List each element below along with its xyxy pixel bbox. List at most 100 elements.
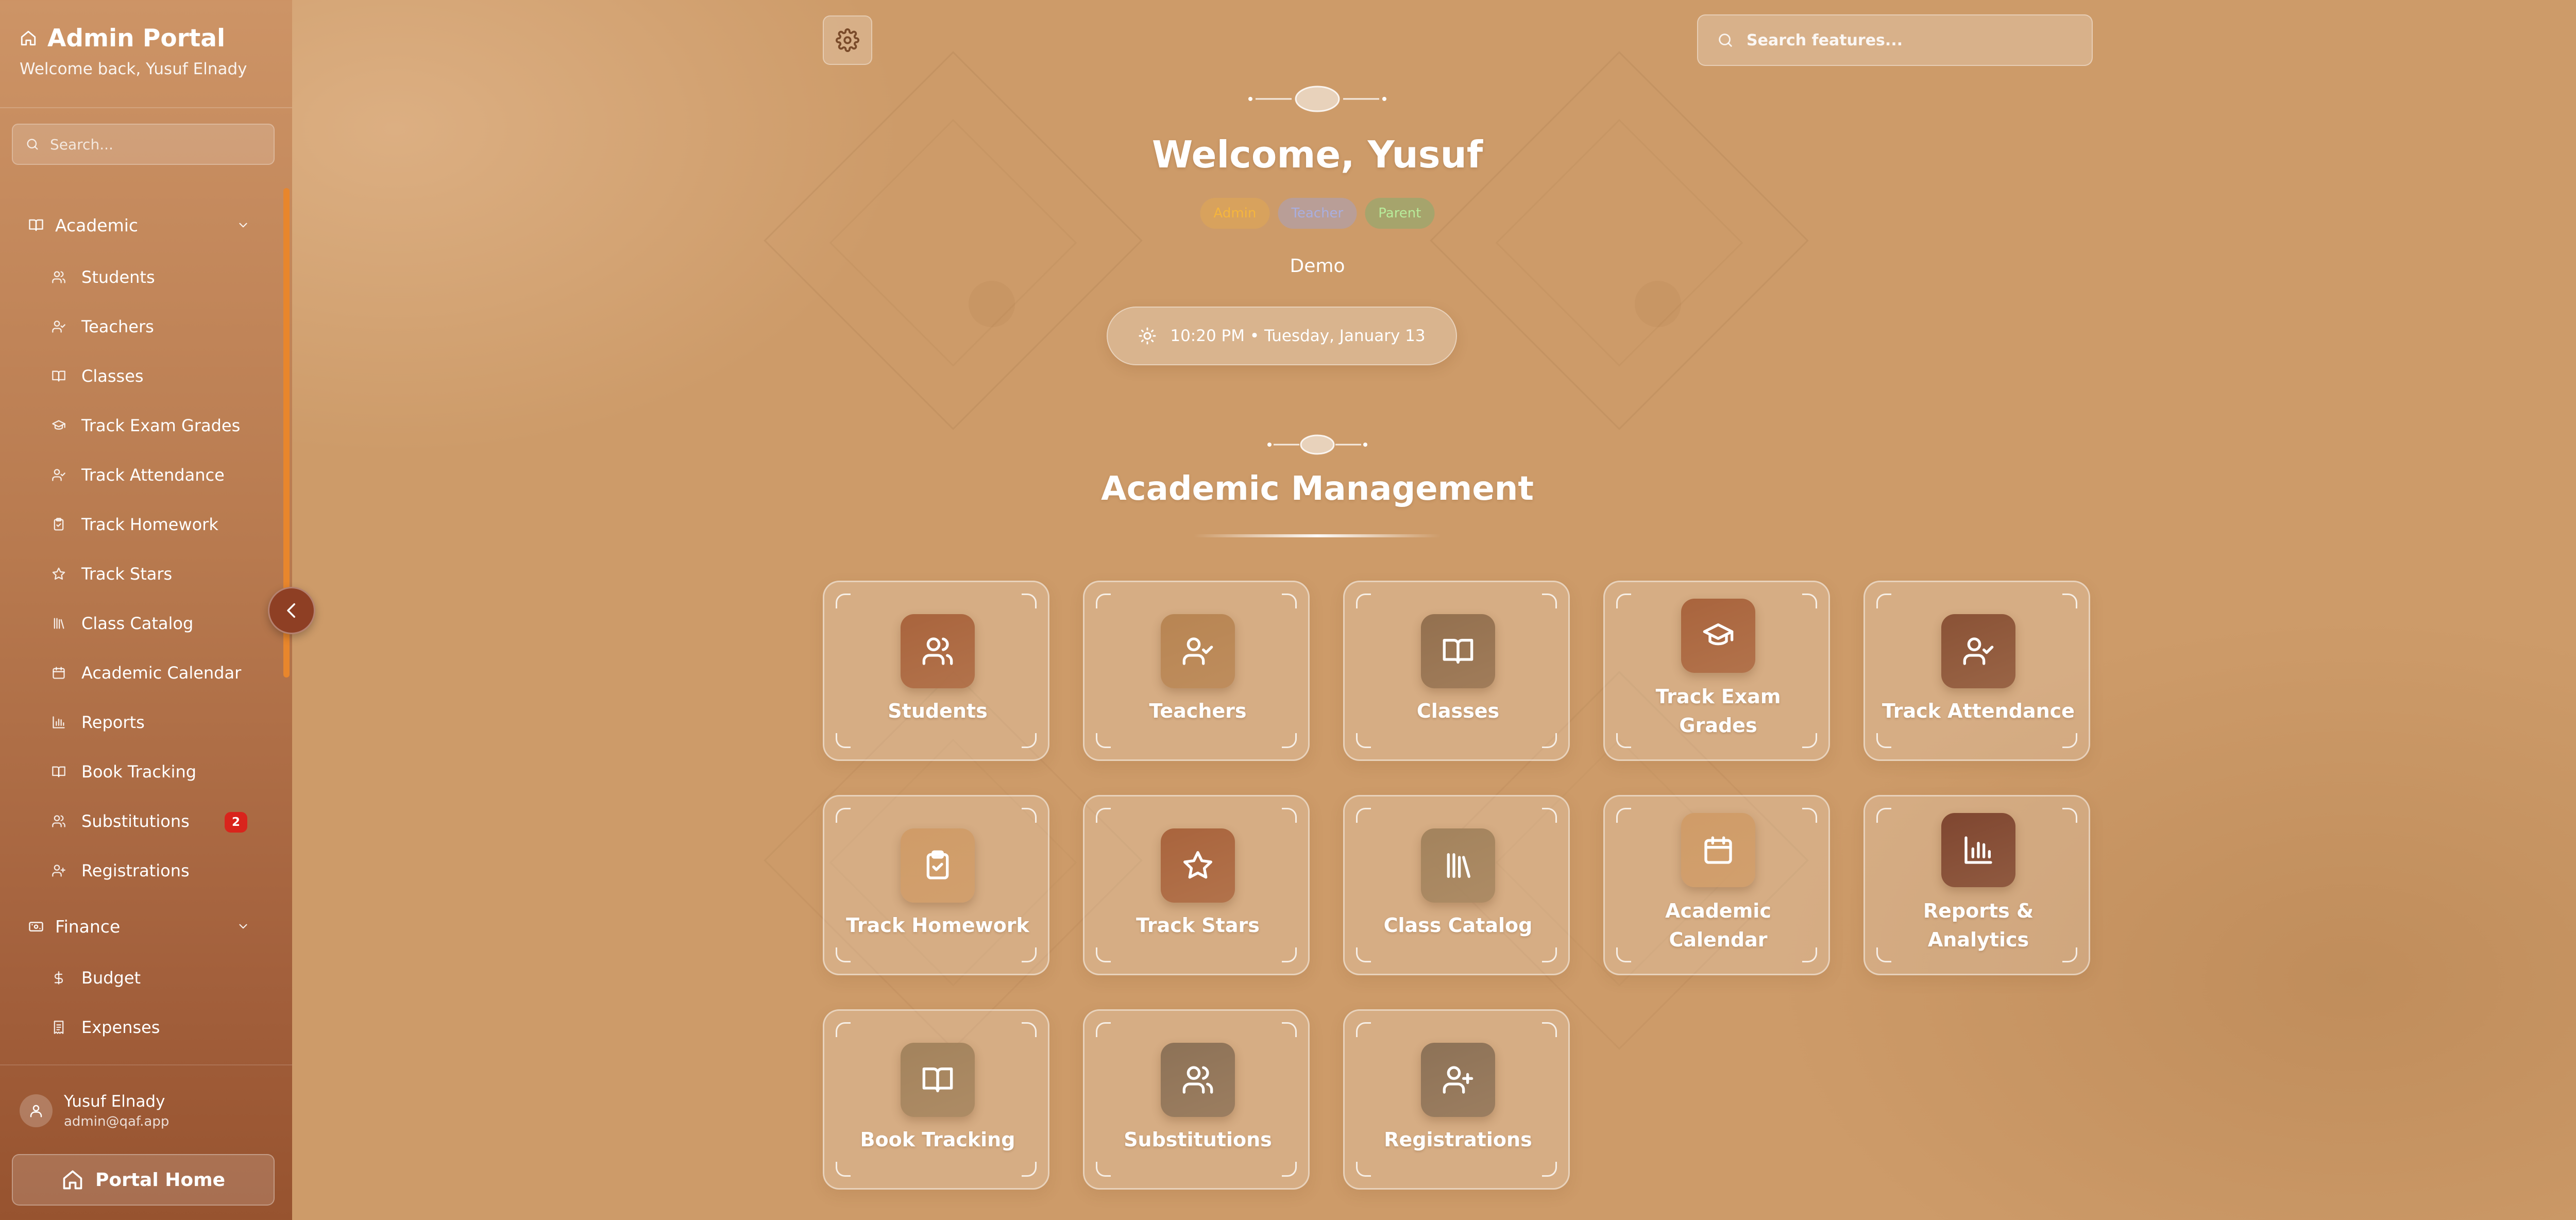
library-icon xyxy=(52,616,66,631)
sidebar-item-classes[interactable]: Classes xyxy=(52,361,258,392)
users-icon xyxy=(1181,1063,1214,1096)
sidebar-item-label: Academic Calendar xyxy=(81,663,242,683)
card-track-attendance[interactable]: Track Attendance xyxy=(1863,581,2090,761)
settings-button[interactable] xyxy=(823,15,872,65)
card-label: Teachers xyxy=(1149,700,1247,722)
sidebar-item-label: Book Tracking xyxy=(81,762,197,782)
sidebar-item-label: Class Catalog xyxy=(81,614,194,633)
users-icon xyxy=(52,270,66,284)
sidebar-header: Admin Portal Welcome back, Yusuf Elnady xyxy=(20,21,277,79)
sidebar-item-registrations[interactable]: Registrations xyxy=(52,855,258,886)
sun-icon xyxy=(1138,327,1157,345)
card-icon-box xyxy=(1941,813,2015,887)
user-name: Yusuf Elnady xyxy=(64,1092,165,1111)
feature-search[interactable] xyxy=(1697,14,2093,66)
portal-home-button[interactable]: Portal Home xyxy=(12,1154,275,1206)
datetime-text: 10:20 PM • Tuesday, January 13 xyxy=(1170,327,1426,345)
user-email: admin@qaf.app xyxy=(64,1114,170,1129)
sidebar-item-budget[interactable]: Budget xyxy=(52,962,258,993)
card-academic-calendar[interactable]: Academic Calendar xyxy=(1603,795,1830,975)
card-label: Registrations xyxy=(1384,1128,1532,1151)
search-icon xyxy=(25,137,40,151)
book-open-icon xyxy=(921,1063,954,1096)
user-check-icon xyxy=(52,319,66,334)
card-students[interactable]: Students xyxy=(823,581,1049,761)
chevron-left-icon xyxy=(281,600,302,621)
bar-chart-icon xyxy=(1962,834,1995,867)
feature-search-input[interactable] xyxy=(1745,30,2077,50)
card-label: Students xyxy=(888,700,988,722)
sidebar-item-label: Students xyxy=(81,267,155,287)
card-label: Track Attendance xyxy=(1882,700,2075,722)
card-classes[interactable]: Classes xyxy=(1343,581,1570,761)
sidebar-divider xyxy=(0,107,292,108)
search-icon xyxy=(1717,31,1734,49)
home-icon xyxy=(20,29,37,47)
sidebar-item-expenses[interactable]: Expenses xyxy=(52,1012,258,1043)
sidebar-welcome: Welcome back, Yusuf Elnady xyxy=(20,60,247,78)
sidebar-item-class-catalog[interactable]: Class Catalog xyxy=(52,608,258,639)
user-plus-icon xyxy=(52,863,66,878)
sidebar-item-track-exam-grades[interactable]: Track Exam Grades xyxy=(52,410,258,441)
sidebar-item-label: Substitutions xyxy=(81,811,190,831)
ornament-icon xyxy=(1267,434,1367,455)
demo-label: Demo xyxy=(1290,256,1345,277)
sidebar-item-academic-calendar[interactable]: Academic Calendar xyxy=(52,657,258,688)
sidebar-search-input[interactable] xyxy=(49,135,267,154)
chevron-down-icon xyxy=(236,218,250,232)
sidebar-section-academic[interactable]: Academic xyxy=(28,210,250,241)
sidebar-item-substitutions[interactable]: Substitutions 2 xyxy=(52,806,258,837)
sidebar-item-students[interactable]: Students xyxy=(52,262,258,293)
calendar-icon xyxy=(52,666,66,680)
star-icon xyxy=(1181,849,1214,882)
card-icon-box xyxy=(1941,614,2015,688)
sidebar-search[interactable] xyxy=(12,124,275,165)
receipt-icon xyxy=(52,1020,66,1035)
card-icon-box xyxy=(901,828,975,903)
card-reports-analytics[interactable]: Reports & Analytics xyxy=(1863,795,2090,975)
card-label: Class Catalog xyxy=(1383,914,1533,937)
card-teachers[interactable]: Teachers xyxy=(1083,581,1310,761)
card-class-catalog[interactable]: Class Catalog xyxy=(1343,795,1570,975)
card-book-tracking[interactable]: Book Tracking xyxy=(823,1009,1049,1190)
ornament-icon xyxy=(1248,86,1386,112)
dollar-icon xyxy=(52,971,66,985)
sidebar-item-track-stars[interactable]: Track Stars xyxy=(52,558,258,589)
sidebar-item-track-homework[interactable]: Track Homework xyxy=(52,509,258,540)
home-icon xyxy=(61,1168,84,1191)
sidebar-item-label: Budget xyxy=(81,968,141,988)
sidebar-footer-divider xyxy=(0,1064,292,1065)
role-badges: Admin Teacher Parent xyxy=(1200,198,1435,229)
sidebar-section-finance[interactable]: Finance xyxy=(28,911,250,942)
card-label: Book Tracking xyxy=(860,1128,1015,1151)
main-content: Welcome, Yusuf Admin Teacher Parent Demo… xyxy=(292,0,2576,1220)
card-registrations[interactable]: Registrations xyxy=(1343,1009,1570,1190)
collapse-sidebar-button[interactable] xyxy=(268,587,315,634)
sidebar-section-label: Academic xyxy=(55,215,139,235)
sidebar-item-track-attendance[interactable]: Track Attendance xyxy=(52,460,258,490)
sidebar-item-reports[interactable]: Reports xyxy=(52,707,258,738)
sidebar-item-book-tracking[interactable]: Book Tracking xyxy=(52,756,258,787)
card-icon-box xyxy=(1421,828,1495,903)
sidebar-section-label: Finance xyxy=(55,916,121,937)
card-substitutions[interactable]: Substitutions xyxy=(1083,1009,1310,1190)
card-icon-box xyxy=(1161,1043,1235,1117)
sidebar-item-teachers[interactable]: Teachers xyxy=(52,311,258,342)
card-track-homework[interactable]: Track Homework xyxy=(823,795,1049,975)
role-badge-parent[interactable]: Parent xyxy=(1365,198,1435,229)
graduation-cap-icon xyxy=(1702,619,1735,652)
card-track-stars[interactable]: Track Stars xyxy=(1083,795,1310,975)
clipboard-check-icon xyxy=(921,849,954,882)
sidebar-item-label: Reports xyxy=(81,713,145,732)
user-icon xyxy=(28,1103,44,1119)
sidebar-user[interactable]: Yusuf Elnady admin@qaf.app xyxy=(20,1092,169,1129)
user-check-icon xyxy=(52,468,66,482)
calendar-icon xyxy=(1702,834,1735,867)
book-open-icon xyxy=(28,217,44,233)
sidebar-item-label: Registrations xyxy=(81,861,190,880)
card-track-exam-grades[interactable]: Track Exam Grades xyxy=(1603,581,1830,761)
card-label: Substitutions xyxy=(1124,1128,1272,1151)
user-check-icon xyxy=(1181,635,1214,668)
role-badge-teacher[interactable]: Teacher xyxy=(1278,198,1357,229)
role-badge-admin[interactable]: Admin xyxy=(1200,198,1270,229)
